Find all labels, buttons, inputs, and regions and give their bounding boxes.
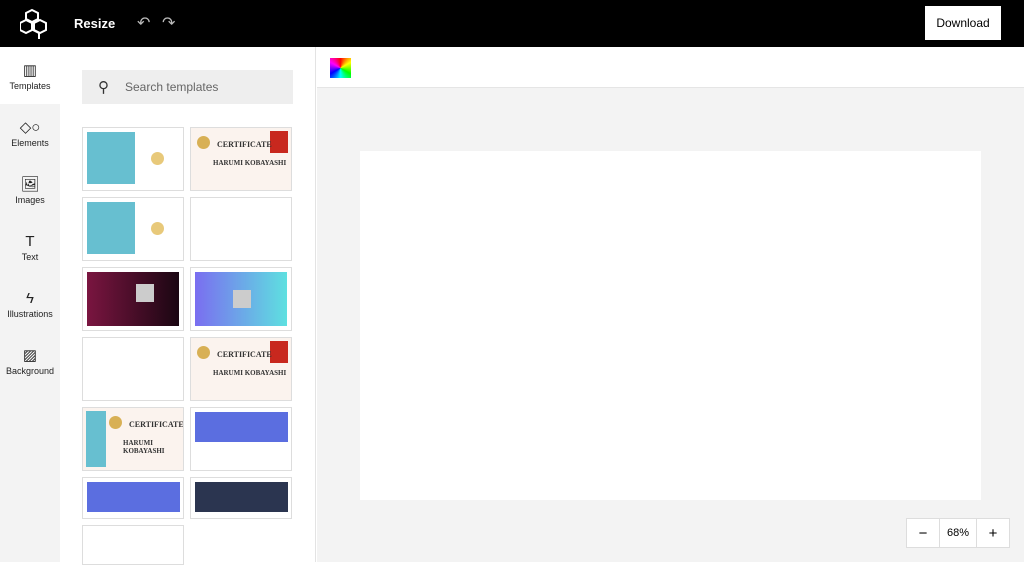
zoom-out-button[interactable]: − (907, 519, 939, 547)
templates-icon: ▥ (22, 62, 38, 79)
template-thumbnail[interactable] (190, 267, 292, 331)
template-thumbnail[interactable] (82, 337, 184, 401)
elements-icon: ◇○ (19, 119, 41, 136)
canvas-toolbar (317, 47, 1024, 88)
sidebar-item-illustrations[interactable]: ϟ Illustrations (0, 275, 60, 332)
template-thumbnail[interactable] (190, 477, 292, 519)
background-icon: ▨ (22, 347, 38, 364)
color-picker-icon[interactable] (330, 58, 351, 78)
download-button[interactable]: Download (925, 6, 1001, 40)
cert-title: CERTIFICATE (217, 140, 272, 149)
design-canvas[interactable] (360, 151, 981, 500)
sidebar-item-background[interactable]: ▨ Background (0, 332, 60, 389)
sidebar-label: Illustrations (7, 309, 53, 319)
sidebar-label: Elements (11, 138, 49, 148)
template-thumbnail[interactable]: CERTIFICATE HARUMI KOBAYASHI (82, 407, 184, 471)
sidebar-item-elements[interactable]: ◇○ Elements (0, 104, 60, 161)
template-thumbnail[interactable] (190, 197, 292, 261)
cert-name: HARUMI KOBAYASHI (123, 439, 165, 455)
zoom-control: − 68% + (906, 518, 1010, 548)
top-bar: Resize ↶ ↷ Download (0, 0, 1024, 47)
cert-name: HARUMI KOBAYASHI (213, 159, 287, 167)
template-thumbnail[interactable] (82, 197, 184, 261)
template-thumbnail[interactable]: CERTIFICATE HARUMI KOBAYASHI (190, 127, 292, 191)
search-placeholder: Search templates (125, 80, 219, 94)
zoom-in-button[interactable]: + (977, 519, 1009, 547)
redo-icon[interactable]: ↷ (162, 13, 175, 33)
cert-title: CERTIFICATE (217, 350, 272, 359)
sidebar: ▥ Templates ◇○ Elements 🖼 Images T Text ϟ Ill… (0, 47, 60, 562)
logo-icon (20, 8, 47, 39)
search-icon: ⚲ (98, 79, 109, 96)
zoom-level: 68% (939, 519, 977, 547)
template-thumbnail[interactable] (82, 267, 184, 331)
sidebar-label: Background (5, 366, 55, 376)
lightning-icon: ϟ (26, 290, 34, 307)
template-thumbnail[interactable] (82, 525, 184, 565)
template-thumbnail[interactable]: CERTIFICATE HARUMI KOBAYASHI (190, 337, 292, 401)
image-icon: 🖼 (20, 176, 40, 193)
search-input[interactable]: ⚲ Search templates (82, 70, 293, 104)
sidebar-label: Images (15, 195, 45, 205)
app-title: Resize (74, 16, 116, 31)
template-thumbnail[interactable] (82, 477, 184, 519)
sidebar-item-text[interactable]: T Text (0, 218, 60, 275)
templates-panel: ⚲ Search templates CERTIFICATE HARUMI KOBA… (60, 47, 316, 565)
template-thumbnail[interactable] (82, 127, 184, 191)
canvas-area (317, 88, 1024, 562)
undo-icon[interactable]: ↶ (137, 13, 150, 33)
sidebar-label: Templates (9, 81, 51, 91)
template-thumbnail[interactable] (190, 407, 292, 471)
sidebar-item-templates[interactable]: ▥ Templates (0, 47, 60, 104)
cert-title: CERTIFICATE (129, 420, 184, 429)
sidebar-item-images[interactable]: 🖼 Images (0, 161, 60, 218)
cert-name: HARUMI KOBAYASHI (213, 369, 287, 377)
sidebar-label: Text (21, 252, 39, 262)
text-icon: T (25, 233, 35, 250)
